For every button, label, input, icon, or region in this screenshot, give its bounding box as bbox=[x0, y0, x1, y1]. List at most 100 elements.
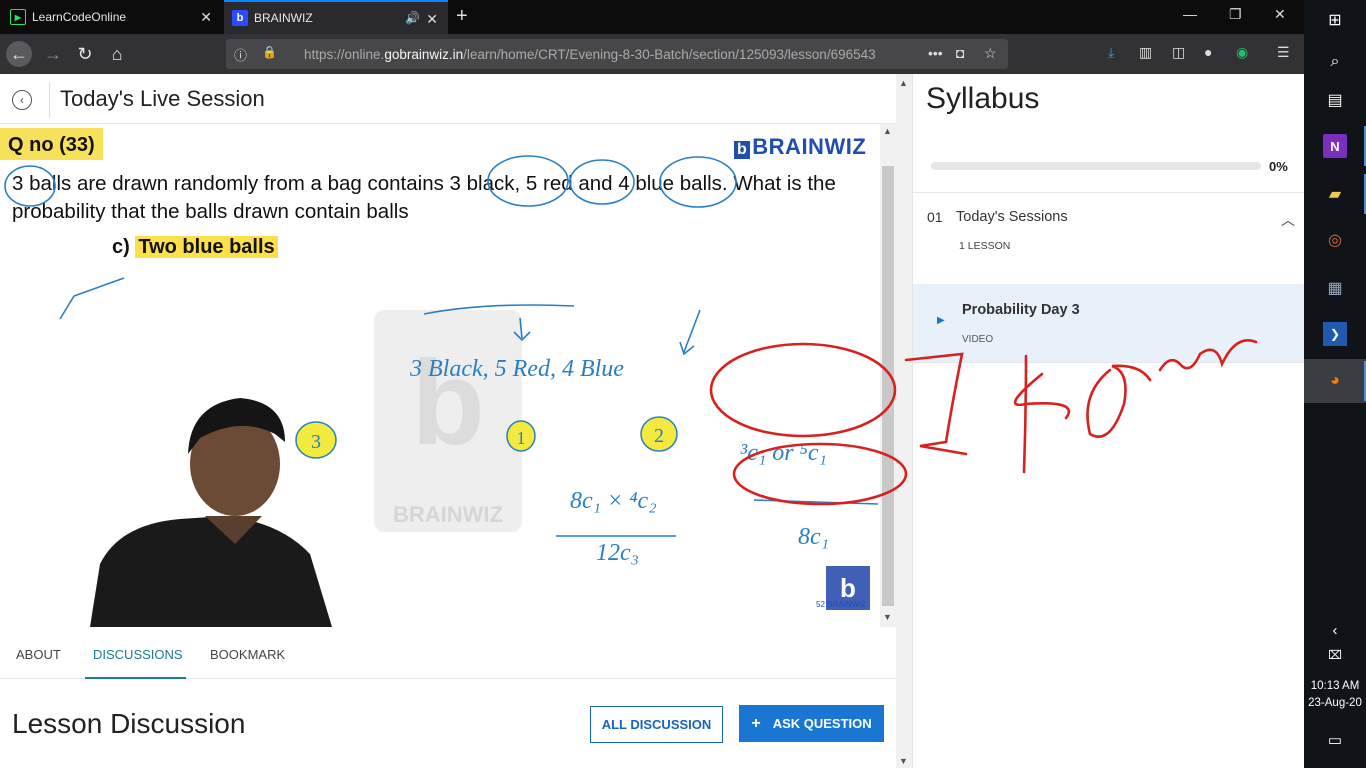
network-icon[interactable]: ⌧ bbox=[1323, 643, 1347, 667]
url-text[interactable]: https://online.gobrainwiz.in/learn/home/… bbox=[304, 47, 876, 62]
handwriting-overlay: b BRAINWIZ 3 Black, 5 Red, 4 Blue 8c₁ × … bbox=[4, 155, 879, 627]
presenter-body bbox=[90, 516, 332, 627]
address-bar[interactable]: ⓘ 🔒 https://online.gobrainwiz.in/learn/h… bbox=[226, 39, 1008, 69]
scroll-up-icon[interactable]: ▲ bbox=[899, 78, 908, 88]
close-tab-icon[interactable]: ✕ bbox=[426, 11, 438, 28]
lesson-type: VIDEO bbox=[962, 334, 994, 345]
close-tab-icon[interactable]: ✕ bbox=[200, 9, 212, 26]
plus-icon: + bbox=[751, 714, 761, 732]
downloads-icon[interactable]: ⤓ bbox=[1108, 44, 1114, 61]
section-lesson-count: 1 LESSON bbox=[959, 240, 1011, 252]
tab-title: LearnCodeOnline bbox=[32, 10, 127, 24]
lock-icon[interactable]: 🔒 bbox=[262, 45, 277, 59]
back-circle-icon[interactable]: ‹ bbox=[12, 90, 32, 110]
section-number: 01 bbox=[927, 209, 943, 225]
calculator-icon[interactable]: ▦ bbox=[1323, 276, 1347, 300]
section-name[interactable]: Today's Sessions bbox=[956, 209, 1068, 225]
ask-question-button[interactable]: + ASK QUESTION bbox=[739, 705, 884, 742]
active-tab-indicator bbox=[85, 677, 186, 679]
handwriting-ratio-denominator: 8c₁ bbox=[798, 524, 829, 550]
page-actions-icon[interactable]: ••• bbox=[928, 45, 943, 61]
handwriting-ratio-numerator: ³c₁ or ⁵c₁ bbox=[740, 440, 827, 466]
minimize-button[interactable]: — bbox=[1183, 6, 1197, 22]
video-player[interactable]: Q no (33) b BRAINWIZ 3 balls are drawn ra… bbox=[0, 124, 880, 627]
all-discussion-button[interactable]: ALL DISCUSSION bbox=[590, 706, 723, 743]
presenter-video bbox=[90, 398, 332, 627]
arrow-annotation bbox=[679, 309, 701, 356]
ask-question-label: ASK QUESTION bbox=[772, 716, 872, 731]
pocket-icon[interactable]: ◘ bbox=[956, 45, 964, 61]
circle-annotation bbox=[569, 159, 635, 205]
sidebar-icon[interactable]: ◫ bbox=[1172, 44, 1185, 61]
windows-start-icon[interactable]: ⊞ bbox=[1323, 8, 1347, 32]
task-view-icon[interactable]: ▤ bbox=[1323, 88, 1347, 112]
lesson-item[interactable]: ▶ Probability Day 3 VIDEO bbox=[913, 284, 1305, 362]
circle-annotation bbox=[4, 165, 56, 207]
lesson-discussion-title: Lesson Discussion bbox=[12, 708, 246, 739]
home-button[interactable]: ⌂ bbox=[104, 41, 130, 67]
video-scrollbar[interactable]: ▲ ▼ bbox=[880, 124, 896, 627]
forward-button[interactable]: → bbox=[40, 41, 66, 67]
page-scrollbar[interactable]: ▲ ▼ bbox=[896, 74, 912, 768]
clock-date[interactable]: 23-Aug-20 bbox=[1304, 697, 1366, 709]
bubble-label: 3 bbox=[311, 431, 321, 453]
tab-brainwiz[interactable]: b BRAINWIZ 🔊 ✕ bbox=[224, 0, 448, 34]
bubble-label: 2 bbox=[654, 425, 664, 447]
progress-bar bbox=[931, 162, 1261, 170]
lesson-header: ‹ Today's Live Session bbox=[0, 74, 896, 124]
chevron-up-icon[interactable]: ︿ bbox=[1281, 210, 1295, 230]
handwriting-numerator: 8c₁ × ⁴c₂ bbox=[570, 488, 657, 514]
tab-about[interactable]: ABOUT bbox=[16, 647, 61, 662]
media-player-icon[interactable]: ◎ bbox=[1323, 228, 1347, 252]
page-title: Today's Live Session bbox=[60, 86, 265, 111]
handwriting-bag: 3 Black, 5 Red, 4 Blue bbox=[409, 356, 624, 382]
circle-annotation bbox=[487, 155, 569, 207]
clock-time[interactable]: 10:13 AM bbox=[1304, 680, 1366, 692]
fraction-bar bbox=[753, 499, 879, 505]
page: ‹ Today's Live Session Q no (33) b BRAINW… bbox=[0, 74, 1305, 768]
lesson-tabs: ABOUT DISCUSSIONS BOOKMARK bbox=[0, 627, 896, 679]
scroll-down-icon[interactable]: ▼ bbox=[883, 612, 892, 622]
progress-percent: 0% bbox=[1269, 159, 1288, 174]
scroll-up-icon[interactable]: ▲ bbox=[883, 126, 892, 136]
firefox-icon[interactable]: ◕ bbox=[1323, 369, 1347, 393]
maximize-button[interactable]: ❐ bbox=[1229, 6, 1242, 23]
chevron-left-icon[interactable]: ‹ bbox=[1323, 618, 1347, 642]
onenote-icon[interactable]: N bbox=[1323, 134, 1347, 158]
circle-annotation bbox=[659, 156, 737, 208]
powershell-icon[interactable]: ❯ bbox=[1323, 322, 1347, 346]
syllabus-title: Syllabus bbox=[926, 82, 1040, 115]
lesson-area: ‹ Today's Live Session Q no (33) b BRAINW… bbox=[0, 74, 912, 768]
learncodeonline-favicon-icon: ▶ bbox=[10, 9, 26, 25]
search-icon[interactable]: ⌕ bbox=[1323, 50, 1347, 74]
menu-icon[interactable]: ☰ bbox=[1277, 44, 1290, 61]
brainwiz-favicon-icon: b bbox=[232, 10, 248, 26]
windows-taskbar: ⊞ ⌕ ▤ N ▰ ◎ ▦ ❯ ◕ ‹ ⌧ 10:13 AM 23-Aug-20… bbox=[1304, 0, 1366, 768]
syllabus-panel: Syllabus 0% 01 Today's Sessions 1 LESSON… bbox=[912, 74, 1305, 768]
file-explorer-icon[interactable]: ▰ bbox=[1323, 182, 1347, 206]
tab-bookmark[interactable]: BOOKMARK bbox=[210, 647, 285, 662]
back-button[interactable]: ← bbox=[6, 41, 32, 67]
grammarly-icon[interactable]: ◉ bbox=[1236, 44, 1248, 61]
scroll-down-icon[interactable]: ▼ bbox=[899, 756, 908, 766]
tab-discussions[interactable]: DISCUSSIONS bbox=[93, 647, 183, 662]
notifications-icon[interactable]: ▭ bbox=[1323, 728, 1347, 752]
divider bbox=[913, 192, 1305, 193]
scrollbar-thumb[interactable] bbox=[882, 166, 894, 606]
browser-toolbar: ← → ↻ ⌂ ⓘ 🔒 https://online.gobrainwiz.in… bbox=[0, 34, 1304, 74]
speaker-icon[interactable]: 🔊 bbox=[405, 11, 420, 25]
play-icon: ▶ bbox=[937, 315, 945, 326]
library-icon[interactable]: ▥ bbox=[1139, 44, 1152, 61]
watermark-text: BRAINWIZ bbox=[393, 502, 503, 527]
checkmark-annotation bbox=[59, 277, 125, 320]
reload-button[interactable]: ↻ bbox=[72, 41, 98, 67]
close-window-button[interactable]: ✕ bbox=[1274, 6, 1286, 23]
new-tab-button[interactable]: + bbox=[456, 5, 468, 28]
divider bbox=[913, 362, 1305, 363]
tab-learncodeonline[interactable]: ▶ LearnCodeOnline ✕ bbox=[0, 0, 222, 34]
tab-title: BRAINWIZ bbox=[254, 11, 313, 25]
account-icon[interactable]: ● bbox=[1204, 44, 1212, 60]
bookmark-star-icon[interactable]: ☆ bbox=[984, 45, 997, 62]
site-info-icon[interactable]: ⓘ bbox=[234, 45, 247, 64]
browser-tab-bar: ▶ LearnCodeOnline ✕ b BRAINWIZ 🔊 ✕ + — ❐… bbox=[0, 0, 1304, 34]
